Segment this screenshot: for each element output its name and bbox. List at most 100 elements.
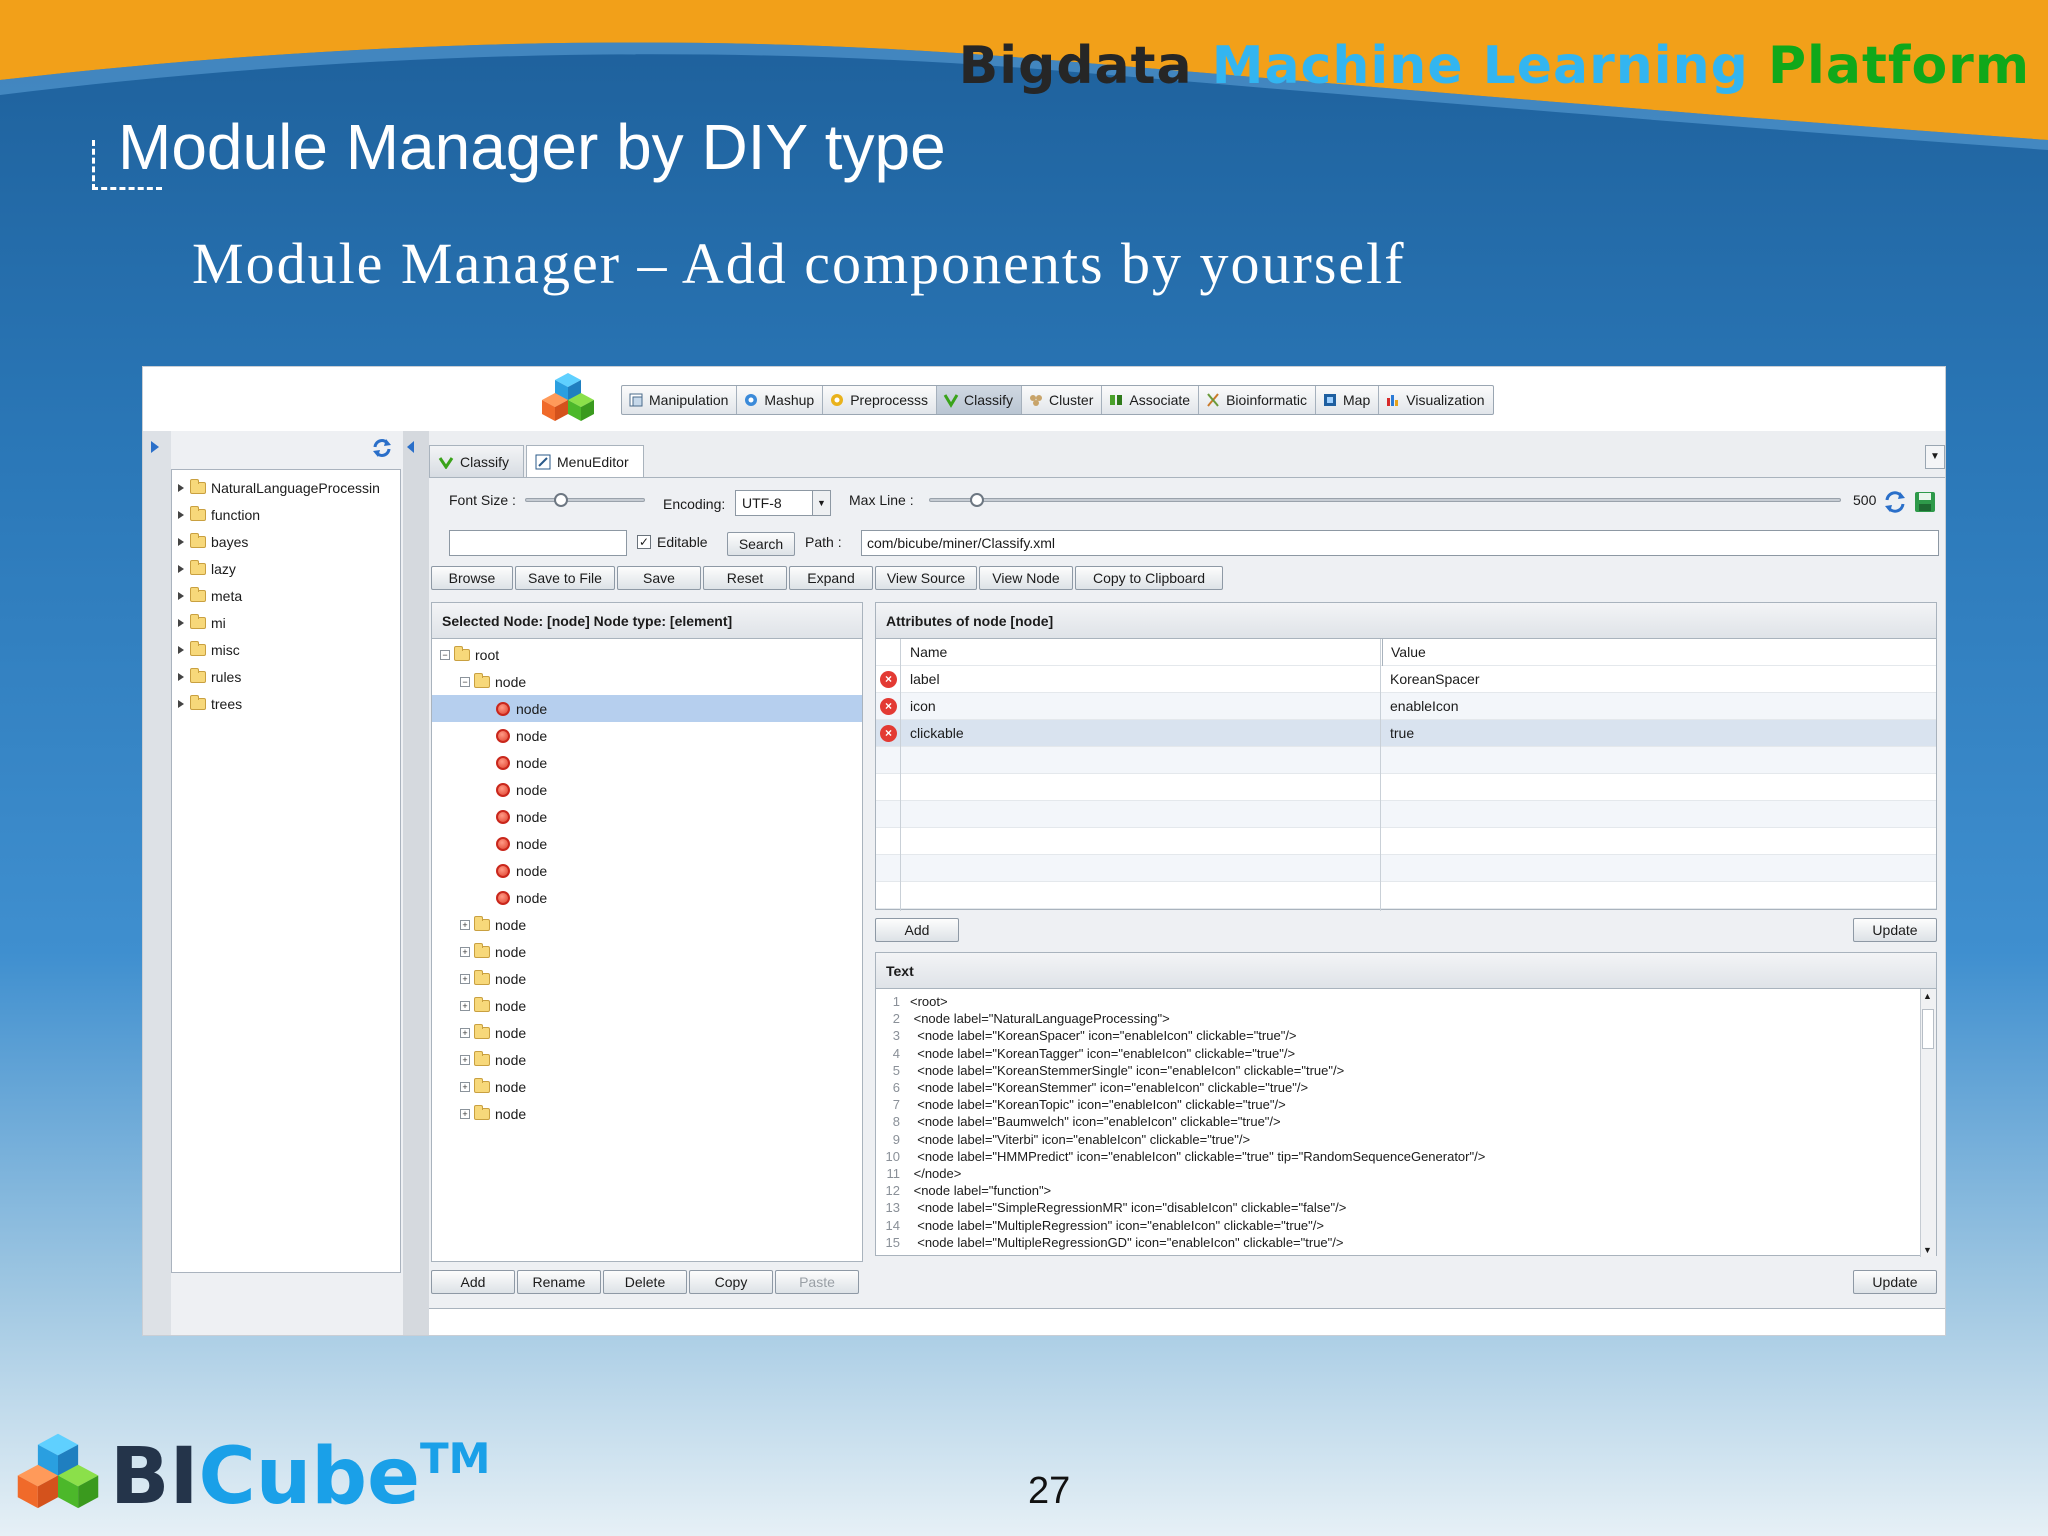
- save-button[interactable]: Save: [617, 566, 701, 590]
- font-size-slider-knob[interactable]: [554, 493, 568, 507]
- editable-checkbox[interactable]: ✓: [637, 535, 651, 549]
- node-tree-row[interactable]: + node: [432, 965, 862, 992]
- expand-arrow-icon[interactable]: [151, 441, 159, 453]
- attribute-value[interactable]: KoreanSpacer: [1382, 666, 1480, 693]
- node-tree-row[interactable]: + node: [432, 1019, 862, 1046]
- node-tree-row[interactable]: node: [432, 857, 862, 884]
- expand-arrow-icon[interactable]: [178, 510, 184, 519]
- column-name[interactable]: Name: [902, 639, 947, 666]
- max-line-slider[interactable]: [929, 493, 1841, 507]
- font-size-slider[interactable]: [525, 493, 645, 507]
- reload-icon[interactable]: [1883, 490, 1907, 514]
- node-tree-row[interactable]: + node: [432, 1046, 862, 1073]
- attribute-row[interactable]: [876, 855, 1936, 882]
- refresh-icon[interactable]: [371, 437, 393, 459]
- attribute-row[interactable]: × clickable true: [876, 720, 1936, 747]
- node-tree-row[interactable]: node: [432, 830, 862, 857]
- scroll-down-icon[interactable]: ▼: [1923, 1245, 1932, 1255]
- module-tree-item[interactable]: mi: [172, 609, 400, 636]
- attribute-value[interactable]: enableIcon: [1382, 693, 1459, 720]
- copy-to-clipboard-button[interactable]: Copy to Clipboard: [1075, 566, 1223, 590]
- update-text-button[interactable]: Update: [1853, 1270, 1937, 1294]
- node-tree-row[interactable]: + node: [432, 911, 862, 938]
- node-tree-row[interactable]: + node: [432, 992, 862, 1019]
- attribute-name[interactable]: clickable: [902, 720, 964, 747]
- node-tree-row[interactable]: node: [432, 695, 862, 722]
- tab-classify[interactable]: Classify: [429, 445, 525, 477]
- attribute-row[interactable]: [876, 828, 1936, 855]
- node-tree-row[interactable]: + node: [432, 1073, 862, 1100]
- search-button[interactable]: Search: [727, 532, 795, 556]
- module-tree-item[interactable]: misc: [172, 636, 400, 663]
- rename-node-button[interactable]: Rename: [517, 1270, 601, 1294]
- node-tree-row[interactable]: node: [432, 722, 862, 749]
- remove-attribute-icon[interactable]: ×: [880, 698, 897, 715]
- nav-classify[interactable]: Classify: [937, 386, 1023, 414]
- expand-icon[interactable]: +: [460, 1054, 470, 1065]
- remove-attribute-icon[interactable]: ×: [880, 671, 897, 688]
- expand-icon[interactable]: +: [460, 919, 470, 930]
- expand-icon[interactable]: +: [460, 973, 470, 984]
- expand-arrow-icon[interactable]: [178, 618, 184, 627]
- expand-icon[interactable]: +: [460, 1027, 470, 1038]
- scroll-up-icon[interactable]: ▲: [1923, 991, 1932, 1001]
- nav-mashup[interactable]: Mashup: [737, 386, 824, 414]
- collapse-arrow-icon[interactable]: [407, 441, 414, 453]
- update-attribute-button[interactable]: Update: [1853, 918, 1937, 942]
- expand-arrow-icon[interactable]: [178, 645, 184, 654]
- add-attribute-button[interactable]: Add: [875, 918, 959, 942]
- reset-button[interactable]: Reset: [703, 566, 787, 590]
- encoding-select[interactable]: UTF-8 ▼: [735, 490, 831, 516]
- scroll-thumb[interactable]: [1922, 1009, 1934, 1049]
- paste-node-button[interactable]: Paste: [775, 1270, 859, 1294]
- node-tree-row[interactable]: + node: [432, 938, 862, 965]
- tab-menueditor[interactable]: MenuEditor: [526, 445, 644, 477]
- view-node-button[interactable]: View Node: [979, 566, 1073, 590]
- attribute-row[interactable]: [876, 882, 1936, 909]
- copy-node-button[interactable]: Copy: [689, 1270, 773, 1294]
- panel-splitter[interactable]: [403, 431, 429, 1335]
- attribute-row[interactable]: [876, 774, 1936, 801]
- module-tree-item[interactable]: trees: [172, 690, 400, 717]
- module-tree-item[interactable]: rules: [172, 663, 400, 690]
- node-tree-row[interactable]: node: [432, 776, 862, 803]
- expand-arrow-icon[interactable]: [178, 537, 184, 546]
- nav-manipulation[interactable]: Manipulation: [622, 386, 738, 414]
- save-disk-icon[interactable]: [1913, 490, 1937, 514]
- expand-arrow-icon[interactable]: [178, 564, 184, 573]
- path-input[interactable]: com/bicube/miner/Classify.xml: [861, 530, 1939, 556]
- search-input[interactable]: [449, 530, 627, 556]
- node-tree-row[interactable]: − root: [432, 641, 862, 668]
- node-tree-row[interactable]: node: [432, 803, 862, 830]
- attribute-row[interactable]: [876, 801, 1936, 828]
- expand-icon[interactable]: +: [460, 1108, 470, 1119]
- xml-text-area[interactable]: 1 <root> 2 <node label="NaturalLanguagePro…: [876, 989, 1936, 1255]
- collapse-icon[interactable]: −: [460, 676, 470, 687]
- collapse-strip[interactable]: [143, 431, 171, 1335]
- module-tree-item[interactable]: bayes: [172, 528, 400, 555]
- delete-node-button[interactable]: Delete: [603, 1270, 687, 1294]
- max-line-slider-knob[interactable]: [970, 493, 984, 507]
- nav-preprocesss[interactable]: Preprocesss: [823, 386, 938, 414]
- module-tree-item[interactable]: meta: [172, 582, 400, 609]
- save-to-file-button[interactable]: Save to File: [515, 566, 615, 590]
- tab-menu-button[interactable]: ▼: [1925, 445, 1945, 469]
- node-tree-row[interactable]: − node: [432, 668, 862, 695]
- collapse-icon[interactable]: −: [440, 649, 450, 660]
- browse-button[interactable]: Browse: [431, 566, 513, 590]
- expand-arrow-icon[interactable]: [178, 591, 184, 600]
- nav-bioinformatic[interactable]: Bioinformatic: [1199, 386, 1317, 414]
- attribute-value[interactable]: true: [1382, 720, 1414, 747]
- view-source-button[interactable]: View Source: [875, 566, 977, 590]
- nav-map[interactable]: Map: [1316, 386, 1380, 414]
- nav-visualization[interactable]: Visualization: [1379, 386, 1492, 414]
- remove-attribute-icon[interactable]: ×: [880, 725, 897, 742]
- expand-arrow-icon[interactable]: [178, 699, 184, 708]
- attribute-row[interactable]: × icon enableIcon: [876, 693, 1936, 720]
- module-tree-item[interactable]: function: [172, 501, 400, 528]
- attribute-row[interactable]: × label KoreanSpacer: [876, 666, 1936, 693]
- attribute-name[interactable]: icon: [902, 693, 936, 720]
- nav-cluster[interactable]: Cluster: [1022, 386, 1103, 414]
- node-tree-row[interactable]: node: [432, 884, 862, 911]
- expand-button[interactable]: Expand: [789, 566, 873, 590]
